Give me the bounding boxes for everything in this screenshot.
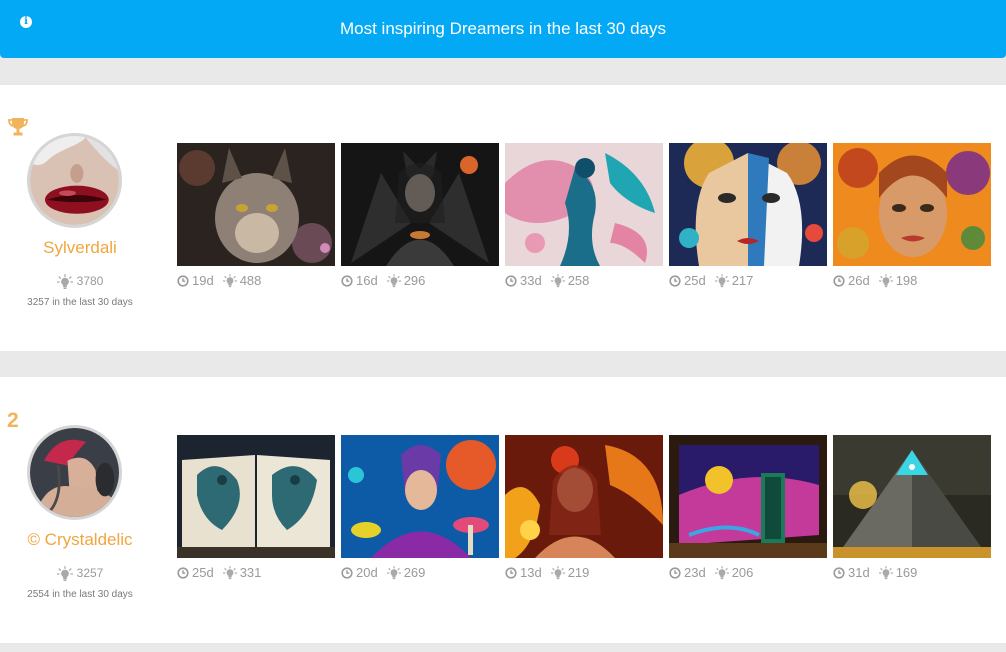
dream-likes: 331	[239, 564, 262, 580]
dream-stats: 19d 488	[177, 273, 261, 288]
dream-card[interactable]: 19d 488	[177, 143, 335, 266]
dream-stats: 13d 219	[505, 565, 589, 580]
avatar[interactable]	[27, 133, 122, 228]
dream-thumbnail[interactable]	[505, 435, 663, 558]
dream-thumbnail[interactable]	[669, 435, 827, 558]
total-likes-value: 3257	[76, 566, 104, 580]
recent-likes: 3257 in the last 30 days	[27, 297, 133, 308]
lightbulb-icon	[715, 566, 729, 580]
dream-thumbnail[interactable]	[341, 143, 499, 266]
dream-card[interactable]: 25d 217	[669, 143, 827, 266]
dream-likes: 269	[403, 564, 426, 580]
dream-likes: 169	[895, 564, 918, 580]
dream-thumbnail[interactable]	[505, 143, 663, 266]
dream-likes: 217	[731, 272, 754, 288]
rank-number: 2	[7, 409, 19, 432]
lightbulb-icon	[879, 274, 893, 288]
dream-stats: 25d 331	[177, 565, 261, 580]
dream-stats: 31d 169	[833, 565, 917, 580]
dream-card[interactable]: 25d 331	[177, 435, 335, 558]
lightbulb-icon	[387, 274, 401, 288]
header-banner: i Most inspiring Dreamers in the last 30…	[0, 0, 1006, 58]
page-title: Most inspiring Dreamers in the last 30 d…	[340, 19, 666, 38]
lightbulb-icon	[715, 274, 729, 288]
clock-icon	[177, 275, 189, 287]
dream-thumbnail[interactable]	[177, 435, 335, 558]
clock-icon	[669, 567, 681, 579]
dream-likes: 219	[567, 564, 590, 580]
total-likes-value: 3780	[76, 274, 104, 288]
dream-likes: 296	[403, 272, 426, 288]
lightbulb-icon	[387, 566, 401, 580]
dream-age: 20d	[356, 564, 378, 580]
dream-age: 26d	[848, 272, 870, 288]
dream-stats: 25d 217	[669, 273, 753, 288]
clock-icon	[833, 567, 845, 579]
dream-thumbnail[interactable]	[833, 143, 991, 266]
dream-likes: 198	[895, 272, 918, 288]
leaderboard-row: Sylverdali 3780 3257 in the last 30 days	[0, 85, 1006, 351]
clock-icon	[833, 275, 845, 287]
dream-likes: 258	[567, 272, 590, 288]
dream-stats: 26d 198	[833, 273, 917, 288]
dream-stats: 20d 269	[341, 565, 425, 580]
dream-age: 33d	[520, 272, 542, 288]
lightbulb-icon	[57, 274, 73, 290]
dream-card[interactable]: 26d 198	[833, 143, 991, 266]
dream-stats: 16d 296	[341, 273, 425, 288]
clock-icon	[341, 567, 353, 579]
dream-card[interactable]: 23d 206	[669, 435, 827, 558]
lightbulb-icon	[223, 274, 237, 288]
clock-icon	[341, 275, 353, 287]
dream-likes: 488	[239, 272, 262, 288]
lightbulb-icon	[551, 566, 565, 580]
dream-thumbnail[interactable]	[833, 435, 991, 558]
dream-thumbnail[interactable]	[669, 143, 827, 266]
username[interactable]: Sylverdali	[0, 238, 160, 258]
dream-age: 25d	[192, 564, 214, 580]
dream-thumbnail[interactable]	[341, 435, 499, 558]
clock-icon	[505, 567, 517, 579]
dream-age: 19d	[192, 272, 214, 288]
dream-age: 23d	[684, 564, 706, 580]
leaderboard-row: 2 © Crystaldelic 3257 2554 in the last 3…	[0, 377, 1006, 643]
lightbulb-icon	[551, 274, 565, 288]
dream-age: 31d	[848, 564, 870, 580]
clock-icon	[505, 275, 517, 287]
clock-icon	[177, 567, 189, 579]
lightbulb-icon	[223, 566, 237, 580]
dream-likes: 206	[731, 564, 754, 580]
dream-card[interactable]: 31d 169	[833, 435, 991, 558]
lightbulb-icon	[879, 566, 893, 580]
dream-thumbnail[interactable]	[177, 143, 335, 266]
dream-age: 16d	[356, 272, 378, 288]
lightbulb-icon	[57, 566, 73, 582]
dream-card[interactable]: 20d 269	[341, 435, 499, 558]
clock-icon	[669, 275, 681, 287]
dream-age: 13d	[520, 564, 542, 580]
dream-card[interactable]: 13d 219	[505, 435, 663, 558]
total-likes: 3780	[0, 273, 160, 290]
avatar[interactable]	[27, 425, 122, 520]
total-likes: 3257	[0, 565, 160, 582]
dream-card[interactable]: 16d 296	[341, 143, 499, 266]
dream-stats: 23d 206	[669, 565, 753, 580]
username[interactable]: © Crystaldelic	[0, 530, 160, 550]
trophy-icon	[7, 117, 29, 137]
dream-stats: 33d 258	[505, 273, 589, 288]
dream-age: 25d	[684, 272, 706, 288]
recent-likes: 2554 in the last 30 days	[27, 589, 133, 600]
dream-card[interactable]: 33d 258	[505, 143, 663, 266]
